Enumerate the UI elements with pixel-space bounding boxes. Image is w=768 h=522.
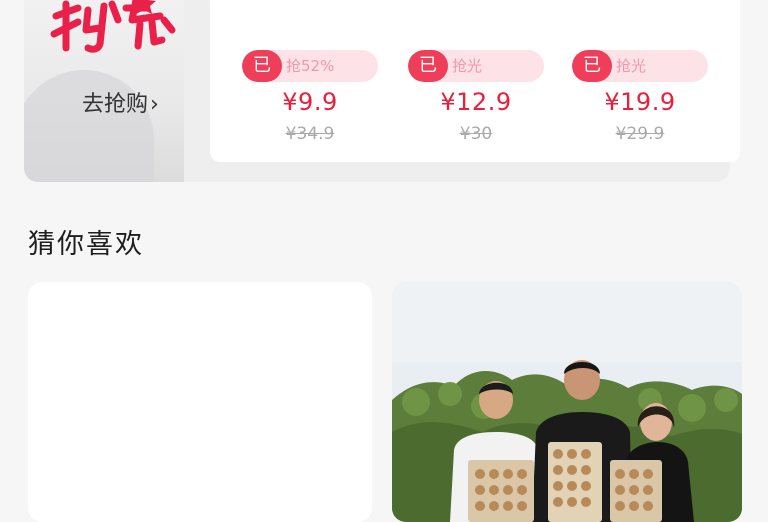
sold-status-tag: 已 抢52% — [242, 50, 378, 82]
product-photo — [392, 282, 742, 522]
original-price: ¥30 — [459, 124, 493, 144]
original-price: ¥29.9 — [615, 124, 665, 144]
sale-price: ¥9.9 — [282, 88, 338, 116]
sold-status-text: 抢52% — [286, 57, 335, 75]
sold-badge: 已 — [408, 50, 448, 82]
flash-sale-card: 去抢购› 已 抢52% ¥9.9 ¥34.9 已 抢光 ¥12.9 ¥30 已 … — [24, 0, 740, 182]
deal-item[interactable]: 已 抢光 ¥19.9 ¥29.9 — [572, 50, 708, 144]
flash-sale-items: 已 抢52% ¥9.9 ¥34.9 已 抢光 ¥12.9 ¥30 已 抢光 ¥1… — [210, 0, 740, 162]
sold-badge: 已 — [242, 50, 282, 82]
sale-price: ¥12.9 — [440, 88, 512, 116]
sold-status-text: 抢光 — [452, 57, 483, 75]
sold-status-tag: 已 抢光 — [408, 50, 544, 82]
deal-item[interactable]: 已 抢52% ¥9.9 ¥34.9 — [242, 50, 378, 144]
section-title: 猜你喜欢 — [28, 229, 144, 260]
sold-badge: 已 — [572, 50, 612, 82]
chevron-right-icon: › — [150, 92, 159, 117]
go-grab-label: 去抢购 — [82, 92, 149, 117]
sold-status-tag: 已 抢光 — [572, 50, 708, 82]
flash-sale-logo — [50, 0, 176, 53]
sale-price: ¥19.9 — [604, 88, 676, 116]
deal-item[interactable]: 已 抢光 ¥12.9 ¥30 — [408, 50, 544, 144]
go-grab-link[interactable]: 去抢购› — [82, 86, 159, 118]
product-card[interactable] — [28, 282, 372, 522]
sold-status-text: 抢光 — [616, 57, 647, 75]
original-price: ¥34.9 — [285, 124, 335, 144]
product-card[interactable] — [392, 282, 742, 522]
